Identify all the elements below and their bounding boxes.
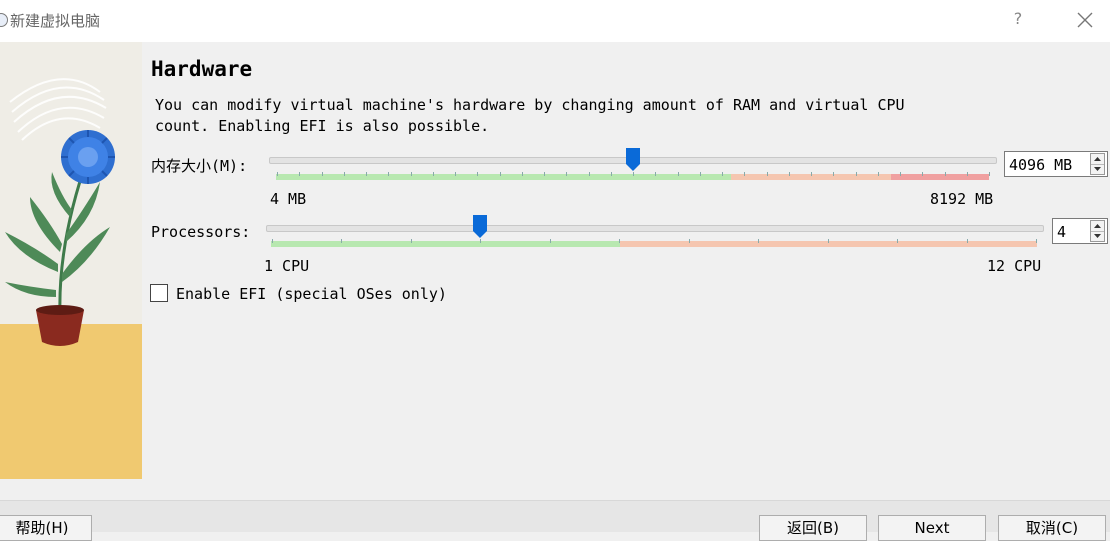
memory-slider-thumb[interactable] <box>625 148 640 172</box>
app-icon <box>0 13 8 27</box>
slider-tick <box>877 172 879 176</box>
processors-band-recommended <box>271 241 620 247</box>
slider-tick <box>341 239 343 243</box>
slider-tick <box>655 172 657 176</box>
slider-tick <box>321 172 323 176</box>
processors-spin-arrows <box>1090 220 1105 242</box>
slider-tick <box>944 172 946 176</box>
spin-down-icon[interactable] <box>1091 231 1104 241</box>
slider-tick <box>343 172 345 176</box>
slider-tick <box>633 172 634 176</box>
slider-tick <box>897 239 899 243</box>
slider-tick <box>610 172 612 176</box>
processors-value: 4 <box>1057 223 1067 241</box>
slider-tick <box>788 172 790 176</box>
slider-tick <box>688 239 690 243</box>
slider-tick <box>900 172 901 176</box>
slider-tick <box>277 172 278 176</box>
slider-tick <box>480 239 482 243</box>
slider-tick <box>619 239 621 243</box>
slider-tick <box>499 172 501 176</box>
processors-spinbox[interactable]: 4 <box>1052 218 1108 244</box>
slider-tick <box>272 239 273 243</box>
memory-spinbox[interactable]: 4096 MB <box>1004 151 1108 177</box>
close-icon[interactable] <box>1074 9 1096 31</box>
memory-value: 4096 MB <box>1009 156 1073 174</box>
help-icon[interactable]: ? <box>1008 9 1028 31</box>
spin-down-icon[interactable] <box>1091 164 1104 174</box>
slider-tick <box>855 172 857 176</box>
wizard-illustration <box>0 42 142 479</box>
slider-tick <box>722 172 723 176</box>
page-description: You can modify virtual machine's hardwar… <box>155 96 905 135</box>
processors-slider-track[interactable] <box>266 225 1044 232</box>
processors-min-label: 1 CPU <box>264 257 310 275</box>
memory-spin-arrows <box>1090 153 1105 175</box>
slider-tick <box>989 172 990 176</box>
page-heading: Hardware <box>151 57 253 81</box>
slider-tick <box>549 239 551 243</box>
memory-min-label: 4 MB <box>270 190 307 208</box>
slider-tick <box>299 172 301 176</box>
title-bar: 新建虚拟电脑 ? <box>0 0 1110 42</box>
slider-tick <box>521 172 523 176</box>
slider-tick <box>766 172 768 176</box>
processors-max-label: 12 CPU <box>987 257 1042 275</box>
processors-label: Processors: <box>151 223 251 241</box>
slider-tick <box>477 172 479 176</box>
slider-tick <box>410 239 412 243</box>
memory-band-danger <box>891 174 989 180</box>
slider-tick <box>432 172 434 176</box>
slider-tick <box>1036 239 1037 243</box>
memory-max-label: 8192 MB <box>930 190 994 208</box>
slider-tick <box>566 172 568 176</box>
slider-tick <box>455 172 456 176</box>
slider-tick <box>966 172 968 176</box>
efi-checkbox[interactable] <box>150 284 168 302</box>
cancel-button[interactable]: 取消(C) <box>998 515 1106 541</box>
slider-tick <box>744 172 746 176</box>
slider-tick <box>388 172 390 176</box>
slider-tick <box>544 172 545 176</box>
memory-label: 内存大小(M): <box>151 157 248 175</box>
next-button[interactable]: Next <box>878 515 986 541</box>
slider-tick <box>758 239 760 243</box>
slider-tick <box>922 172 924 176</box>
help-button[interactable]: 帮助(H) <box>0 515 92 541</box>
back-button[interactable]: 返回(B) <box>759 515 867 541</box>
slider-tick <box>677 172 679 176</box>
slider-tick <box>699 172 701 176</box>
processors-slider-thumb[interactable] <box>473 215 488 239</box>
slider-tick <box>811 172 812 176</box>
slider-tick <box>827 239 829 243</box>
slider-tick <box>366 172 367 176</box>
window-title: 新建虚拟电脑 <box>10 12 101 30</box>
slider-tick <box>966 239 968 243</box>
slider-tick <box>588 172 590 176</box>
efi-label[interactable]: Enable EFI (special OSes only) <box>176 285 447 303</box>
slider-tick <box>833 172 835 176</box>
slider-tick <box>410 172 412 176</box>
